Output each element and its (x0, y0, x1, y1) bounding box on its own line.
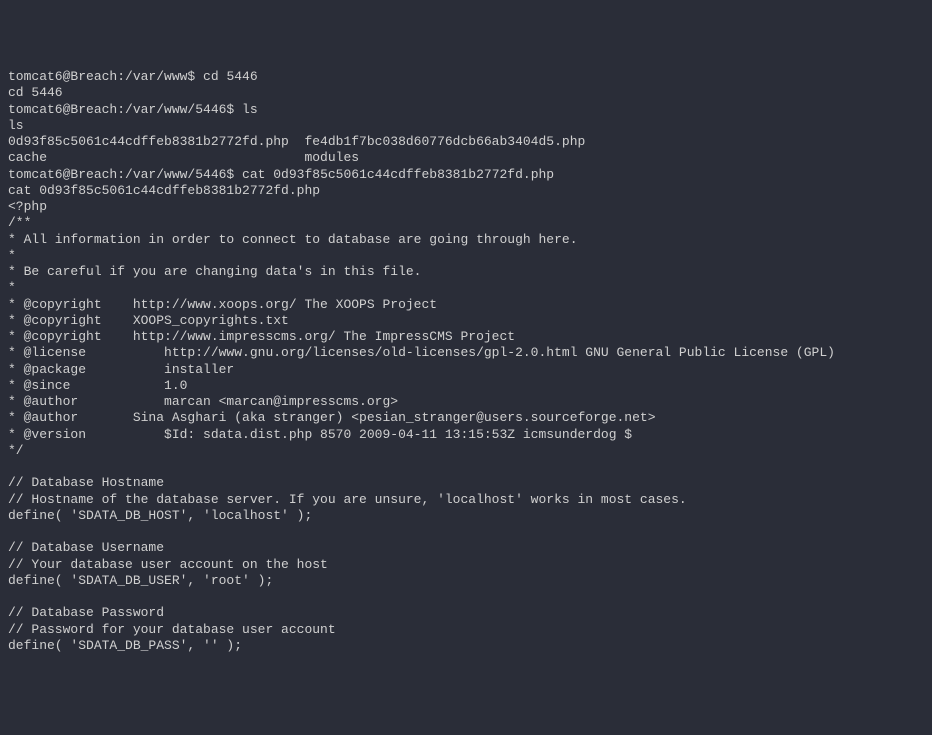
terminal-line: * @license http://www.gnu.org/licenses/o… (8, 345, 924, 361)
terminal-line: * @author marcan <marcan@impresscms.org> (8, 394, 924, 410)
terminal-line: * @copyright http://www.impresscms.org/ … (8, 329, 924, 345)
shell-command: cd 5446 (195, 69, 257, 84)
terminal-line: * @copyright XOOPS_copyrights.txt (8, 313, 924, 329)
terminal-line: ls (8, 118, 924, 134)
terminal-line: // Password for your database user accou… (8, 622, 924, 638)
terminal-line: cache modules (8, 150, 924, 166)
terminal-line: define( 'SDATA_DB_USER', 'root' ); (8, 573, 924, 589)
terminal-line (8, 524, 924, 540)
terminal-line: 0d93f85c5061c44cdffeb8381b2772fd.php fe4… (8, 134, 924, 150)
terminal-line: // Hostname of the database server. If y… (8, 492, 924, 508)
terminal-line: // Your database user account on the hos… (8, 557, 924, 573)
terminal-line: tomcat6@Breach:/var/www/5446$ cat 0d93f8… (8, 167, 924, 183)
shell-prompt: tomcat6@Breach:/var/www/5446$ (8, 102, 234, 117)
terminal-line: define( 'SDATA_DB_HOST', 'localhost' ); (8, 508, 924, 524)
shell-command: ls (234, 102, 257, 117)
terminal-line: tomcat6@Breach:/var/www$ cd 5446 (8, 69, 924, 85)
terminal-line: cd 5446 (8, 85, 924, 101)
terminal-line: * @package installer (8, 362, 924, 378)
terminal-line: // Database Password (8, 605, 924, 621)
terminal-line: // Database Username (8, 540, 924, 556)
terminal-line: tomcat6@Breach:/var/www/5446$ ls (8, 102, 924, 118)
shell-prompt: tomcat6@Breach:/var/www/5446$ (8, 167, 234, 182)
terminal-line: * All information in order to connect to… (8, 232, 924, 248)
terminal-output[interactable]: tomcat6@Breach:/var/www$ cd 5446cd 5446t… (8, 69, 924, 654)
terminal-line: define( 'SDATA_DB_PASS', '' ); (8, 638, 924, 654)
terminal-line: * @since 1.0 (8, 378, 924, 394)
terminal-line: * @copyright http://www.xoops.org/ The X… (8, 297, 924, 313)
terminal-line (8, 589, 924, 605)
terminal-line: <?php (8, 199, 924, 215)
terminal-line: * Be careful if you are changing data's … (8, 264, 924, 280)
terminal-line: * @version $Id: sdata.dist.php 8570 2009… (8, 427, 924, 443)
shell-prompt: tomcat6@Breach:/var/www$ (8, 69, 195, 84)
terminal-line: */ (8, 443, 924, 459)
terminal-line: /** (8, 215, 924, 231)
terminal-line: * (8, 280, 924, 296)
shell-command: cat 0d93f85c5061c44cdffeb8381b2772fd.php (234, 167, 554, 182)
terminal-line: cat 0d93f85c5061c44cdffeb8381b2772fd.php (8, 183, 924, 199)
terminal-line: // Database Hostname (8, 475, 924, 491)
terminal-line (8, 459, 924, 475)
terminal-line: * @author Sina Asghari (aka stranger) <p… (8, 410, 924, 426)
terminal-line: * (8, 248, 924, 264)
